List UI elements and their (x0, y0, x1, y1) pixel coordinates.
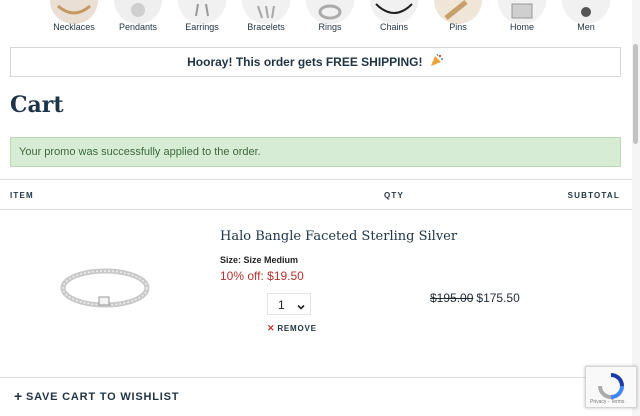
scrollbar-thumb[interactable] (633, 44, 638, 144)
original-price: $195.00 (430, 291, 474, 305)
earrings-icon (178, 0, 226, 24)
recaptcha-badge[interactable]: Privacy - Terms (585, 366, 637, 408)
category-home[interactable]: Home (490, 0, 554, 40)
header-subtotal: SUBTOTAL (567, 191, 620, 200)
product-discount: 10% off: $19.50 (220, 269, 304, 283)
header-qty: QTY (384, 191, 405, 200)
item-subtotal: $195.00 $175.50 (430, 291, 520, 305)
product-image[interactable] (58, 262, 152, 314)
save-wishlist-label: SAVE CART TO WISHLIST (25, 391, 180, 403)
divider (0, 377, 632, 378)
quantity-select[interactable]: 1 (267, 293, 311, 315)
close-icon: ✕ (267, 323, 276, 333)
product-name[interactable]: Halo Bangle Faceted Sterling Silver (220, 229, 457, 244)
header-item: ITEM (10, 191, 34, 200)
necklace-icon (50, 0, 98, 24)
category-pendants[interactable]: Pendants (106, 0, 170, 40)
category-strip: Necklaces Pendants Earrings Bracelets Ri… (0, 0, 632, 40)
bracelet-icon (242, 0, 290, 24)
promo-success-message: Your promo was successfully applied to t… (10, 137, 621, 167)
page-title: Cart (10, 92, 64, 118)
scrollbar[interactable] (632, 0, 640, 416)
category-earrings[interactable]: Earrings (170, 0, 234, 40)
sale-price: $175.50 (476, 291, 520, 305)
remove-label: REMOVE (277, 324, 317, 333)
chevron-down-icon (297, 300, 305, 314)
quantity-value: 1 (278, 298, 285, 312)
ring-icon (306, 0, 354, 24)
remove-item-button[interactable]: ✕ REMOVE (267, 323, 317, 334)
save-cart-to-wishlist-button[interactable]: + SAVE CART TO WISHLIST (14, 387, 180, 404)
party-popper-icon (430, 49, 444, 77)
category-bracelets[interactable]: Bracelets (234, 0, 298, 40)
category-men[interactable]: Men (554, 0, 618, 40)
category-chains[interactable]: Chains (362, 0, 426, 40)
recaptcha-links[interactable]: Privacy - Terms (590, 399, 624, 405)
plus-icon: + (14, 388, 23, 404)
category-pins[interactable]: Pins (426, 0, 490, 40)
shipping-banner-text: Hooray! This order gets FREE SHIPPING! (187, 55, 423, 69)
men-icon (562, 0, 610, 24)
category-necklaces[interactable]: Necklaces (42, 0, 106, 40)
recaptcha-icon (598, 373, 624, 399)
home-icon (498, 0, 546, 24)
chain-icon (370, 0, 418, 24)
category-rings[interactable]: Rings (298, 0, 362, 40)
cart-table-header: ITEM QTY SUBTOTAL (0, 179, 632, 210)
product-size: Size: Size Medium (220, 255, 299, 265)
pin-icon (434, 0, 482, 24)
pendant-icon (114, 0, 162, 24)
free-shipping-banner: Hooray! This order gets FREE SHIPPING! (10, 47, 621, 77)
